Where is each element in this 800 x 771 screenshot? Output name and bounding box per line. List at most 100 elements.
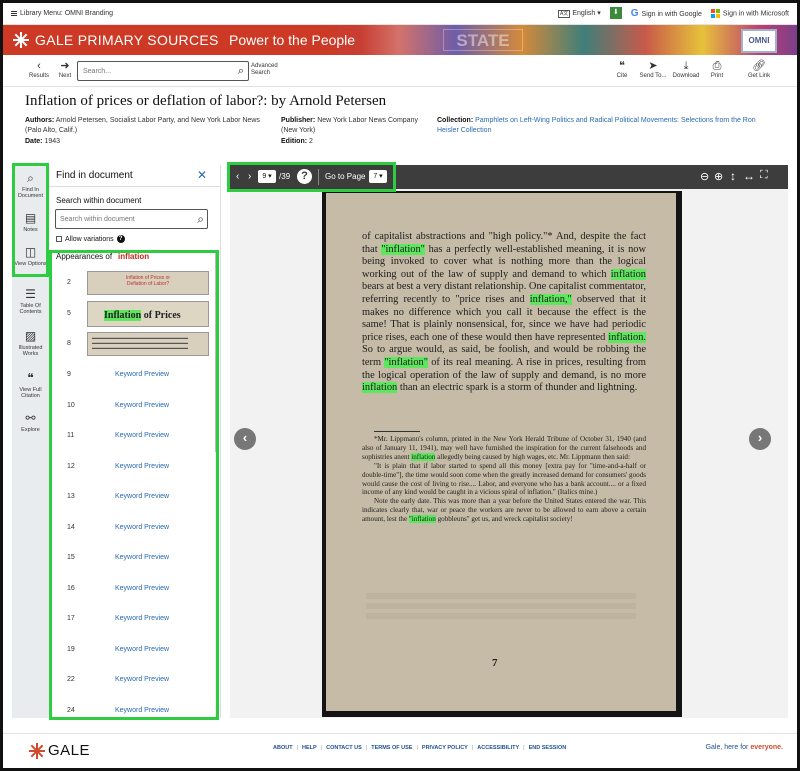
- google-icon: G: [630, 7, 639, 19]
- close-icon[interactable]: ✕: [197, 168, 207, 182]
- print-button[interactable]: ⎙ Print: [705, 60, 729, 79]
- footer-links: ABOUT | HELP | CONTACT US | TERMS OF USE | P…: [273, 745, 567, 751]
- language-selector[interactable]: A文 English ▾: [557, 9, 601, 18]
- publisher-field: Publisher: New York Labor News Company (…: [281, 117, 418, 134]
- download-icon: ⤓: [683, 60, 689, 72]
- fit-height-icon[interactable]: ↕: [730, 169, 736, 183]
- footer-link-contact[interactable]: CONTACT US: [326, 745, 362, 751]
- page-select[interactable]: 9 ▾: [258, 170, 276, 183]
- keyword-preview-link[interactable]: Keyword Preview: [115, 463, 169, 470]
- hamburger-icon: [11, 11, 17, 16]
- download-button[interactable]: ⤓ Download: [671, 60, 701, 79]
- brand-banner: STATE GALE PRIMARY SOURCES Power to the …: [3, 25, 797, 55]
- rail-view-options[interactable]: ◫ View Options: [12, 245, 49, 267]
- keyword-preview-link[interactable]: Keyword Preview: [115, 615, 169, 622]
- previous-page-button[interactable]: ‹: [234, 428, 256, 450]
- list-icon: ☰: [25, 287, 36, 301]
- advanced-search-link[interactable]: Advanced Search: [251, 63, 281, 77]
- search-within-input[interactable]: Search within document ⌕: [55, 209, 208, 229]
- fit-width-icon[interactable]: ↔: [743, 169, 755, 183]
- page-footnote: *Mr. Lippmann's column, printed in the N…: [362, 435, 646, 524]
- rail-table-of-contents[interactable]: ☰ Table Of Contents: [12, 287, 49, 315]
- rail-explore[interactable]: ⚯ Explore: [12, 411, 49, 433]
- gale-logo[interactable]: GALE PRIMARY SOURCES: [13, 32, 219, 48]
- keyword-preview-link[interactable]: Keyword Preview: [115, 585, 169, 592]
- rail-view-full-citation[interactable]: ❝ View Full Citation: [12, 371, 49, 399]
- fullscreen-icon[interactable]: ⛶: [760, 169, 768, 182]
- viewer-toolbar: ‹ › 9 ▾ /39 ? Go to Page 7 ▾ ⊖ ⊕ ↕ ↔ ⛶: [230, 165, 788, 189]
- keyword-preview-link[interactable]: Keyword Preview: [115, 676, 169, 683]
- result-thumbnail[interactable]: Inflation of Prices or Deflation of Labo…: [87, 271, 209, 295]
- help-icon[interactable]: ?: [116, 235, 125, 243]
- keyword-preview-link[interactable]: Keyword Preview: [115, 554, 169, 561]
- divider: [49, 186, 221, 187]
- find-in-document-panel: Find in document ✕ Search within documen…: [49, 165, 221, 718]
- microsoft-signin[interactable]: Sign in with Microsoft: [710, 8, 789, 18]
- library-menu[interactable]: Library Menu: OMNI Branding: [11, 10, 113, 17]
- arrow-right-circle-icon: ➜: [60, 60, 70, 72]
- cite-button[interactable]: ❝ Cite: [611, 60, 633, 79]
- google-signin[interactable]: G Sign in with Google: [631, 8, 702, 19]
- footer-link-accessibility[interactable]: ACCESSIBILITY: [477, 745, 519, 751]
- footer-link-help[interactable]: HELP: [302, 745, 317, 751]
- next-button[interactable]: ➜ Next: [55, 60, 75, 79]
- search-icon: ⌕: [27, 171, 34, 185]
- omni-logo[interactable]: OMNI: [741, 29, 777, 53]
- chevron-left-icon: ‹: [37, 60, 41, 72]
- footer-link-about[interactable]: ABOUT: [273, 745, 293, 751]
- keyword-preview-link[interactable]: Keyword Preview: [115, 707, 169, 714]
- footnote-rule: [374, 431, 420, 432]
- get-link-button[interactable]: 🔗︎ Get Link: [743, 60, 775, 79]
- help-icon[interactable]: ?: [297, 169, 312, 184]
- rail-find-in-document[interactable]: ⌕ Find In Document: [12, 171, 49, 199]
- search-icon[interactable]: ⌕: [197, 212, 204, 227]
- gale-footer-logo[interactable]: GALE: [29, 742, 90, 759]
- results-scrollbar[interactable]: [215, 252, 219, 718]
- date-field: Date: 1943: [25, 138, 61, 145]
- collection-link[interactable]: Pamphlets on Left-Wing Politics and Radi…: [437, 117, 756, 134]
- search-input[interactable]: Search... ⌕: [77, 61, 249, 81]
- results-button[interactable]: ‹ Results: [27, 60, 51, 79]
- send-to-button[interactable]: ➤ Send To...: [639, 60, 667, 79]
- keyword-highlight: "inflation": [381, 243, 425, 255]
- banner-tagline: Power to the People: [229, 32, 356, 48]
- rail-notes[interactable]: ▤ Notes: [12, 211, 49, 233]
- keyword-preview-link[interactable]: Keyword Preview: [115, 371, 169, 378]
- footer-link-terms[interactable]: TERMS OF USE: [371, 745, 412, 751]
- result-page-number: 8: [67, 340, 71, 347]
- result-thumbnail[interactable]: ▬▬▬▬▬▬▬▬▬▬▬▬▬▬▬▬▬▬▬▬▬▬▬▬ ▬▬▬▬▬▬▬▬▬▬▬▬▬▬▬▬…: [87, 332, 209, 356]
- keyword-highlight: inflation,": [529, 293, 572, 305]
- search-icon[interactable]: ⌕: [238, 65, 244, 78]
- allow-variations-checkbox[interactable]: [56, 236, 62, 242]
- go-to-page-select[interactable]: 7 ▾: [369, 170, 387, 183]
- microsoft-icon: [710, 8, 720, 18]
- rail-illustrated-works[interactable]: ▨ Illustrated Works: [12, 329, 49, 357]
- edition-field: Edition: 2: [281, 138, 313, 145]
- banner-artwork: [323, 25, 797, 55]
- allow-variations-row: Allow variations ?: [56, 235, 125, 243]
- next-page-button[interactable]: ›: [749, 428, 771, 450]
- gale-snowflake-icon: [13, 32, 29, 48]
- top-utility-bar: Library Menu: OMNI Branding A文 English ▾ …: [3, 3, 797, 25]
- translate-icon: A文: [557, 10, 571, 18]
- keyword-highlight: inflation: [411, 452, 436, 461]
- keyword-preview-link[interactable]: Keyword Preview: [115, 493, 169, 500]
- keyword-preview-link[interactable]: Keyword Preview: [115, 402, 169, 409]
- download-app-icon[interactable]: ⬇: [609, 7, 622, 19]
- keyword-term: inflation: [118, 252, 150, 261]
- footer-link-end-session[interactable]: END SESSION: [529, 745, 567, 751]
- page-image: of capitalist abstractions and "high pol…: [322, 191, 682, 717]
- prev-page-icon[interactable]: ‹: [236, 171, 239, 182]
- footer-link-privacy[interactable]: PRIVACY POLICY: [422, 745, 468, 751]
- banner-artwork-text: STATE: [443, 29, 523, 51]
- next-page-icon[interactable]: ›: [248, 171, 251, 182]
- keyword-highlight: "inflation: [408, 515, 436, 524]
- keyword-preview-link[interactable]: Keyword Preview: [115, 524, 169, 531]
- zoom-out-icon[interactable]: ⊖: [700, 170, 709, 183]
- print-icon: ⎙: [712, 60, 722, 72]
- keyword-preview-link[interactable]: Keyword Preview: [115, 646, 169, 653]
- keyword-preview-link[interactable]: Keyword Preview: [115, 432, 169, 439]
- keyword-highlight: inflation: [610, 268, 646, 280]
- result-thumbnail[interactable]: Inflation of Prices: [87, 301, 209, 327]
- zoom-in-icon[interactable]: ⊕: [714, 170, 723, 183]
